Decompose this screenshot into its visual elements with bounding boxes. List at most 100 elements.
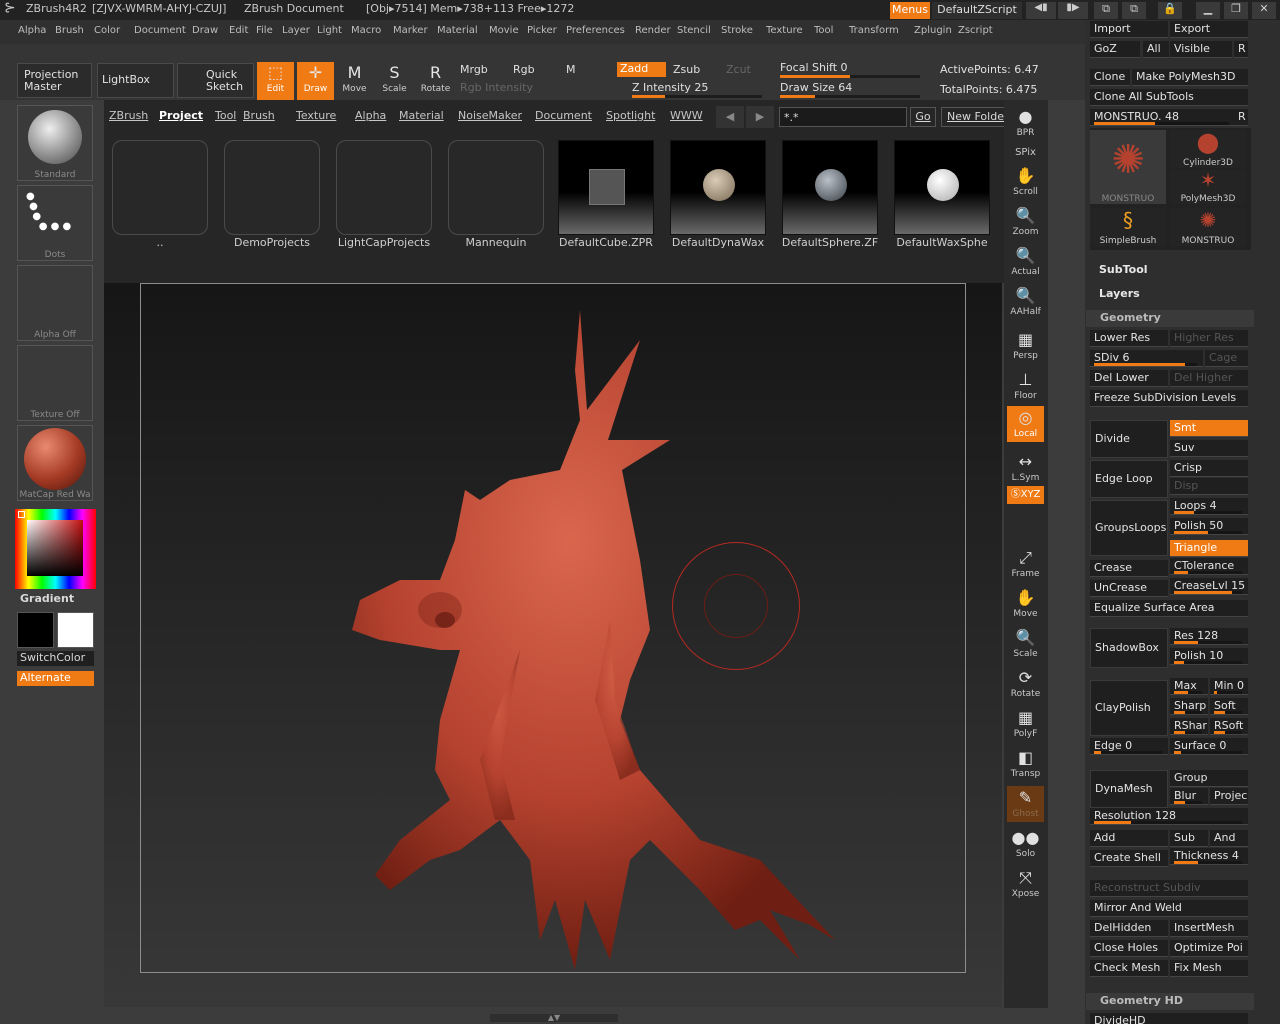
zoom-button[interactable]: 🔍 Zoom [1007,204,1044,240]
bpr-button[interactable]: ● BPR [1007,105,1044,141]
optimize-button[interactable]: Optimize Poi [1170,940,1248,957]
import-button[interactable]: Import [1090,21,1168,38]
lightbox-tab-project[interactable]: Project [159,109,203,122]
zadd-button[interactable]: Zadd [617,62,666,77]
blur-button[interactable]: Blur [1170,788,1208,805]
max-button[interactable]: Max [1170,678,1208,695]
brush-thumbnail[interactable]: Standard [17,105,93,181]
make-polymesh-button[interactable]: Make PolyMesh3D [1132,69,1248,86]
quick-sketch-button[interactable]: Quick Sketch [177,63,254,98]
geometry-header[interactable]: Geometry [1086,310,1254,327]
menu-layer[interactable]: Layer [282,25,310,36]
freeze-button[interactable]: Freeze SubDivision Levels [1090,390,1248,407]
fix-mesh-button[interactable]: Fix Mesh [1170,960,1248,977]
menu-light[interactable]: Light [317,25,342,36]
polyf-button[interactable]: ▦ PolyF [1007,706,1044,742]
focal-shift-slider[interactable]: Focal Shift 0 [780,61,848,74]
loops-button[interactable]: Loops 4 [1170,498,1248,515]
r-button[interactable]: R [1234,109,1248,126]
goz-button[interactable]: GoZ [1090,41,1140,58]
close-holes-button[interactable]: Close Holes [1090,940,1168,957]
menu-stencil[interactable]: Stencil [677,25,711,36]
ghost-button[interactable]: ✎ Ghost [1007,786,1044,822]
subtool-header[interactable]: SubTool [1099,263,1148,276]
lightbox-folder[interactable] [224,140,320,235]
thickness-button[interactable]: Thickness 4 [1170,848,1248,865]
higher-res-button[interactable]: Higher Res [1170,330,1248,347]
menu-alpha[interactable]: Alpha [18,25,46,36]
rgb-intensity-slider[interactable]: Rgb Intensity [460,81,533,94]
lightbox-tab-alpha[interactable]: Alpha [355,109,386,122]
lightbox-project[interactable] [558,140,654,235]
menu-tool[interactable]: Tool [814,25,833,36]
menu-brush[interactable]: Brush [55,25,84,36]
cage-button[interactable]: Cage [1205,350,1248,367]
frame-button[interactable]: ⤢ Frame [1007,546,1044,582]
rotate-button[interactable]: R Rotate [417,62,454,100]
menu-movie[interactable]: Movie [489,25,519,36]
menu-color[interactable]: Color [94,25,120,36]
edge-button[interactable]: Edge 0 [1090,738,1168,755]
new-folder-button[interactable]: New Folde [941,107,1005,127]
close-icon[interactable]: ✕ [1252,2,1276,19]
menu-render[interactable]: Render [635,25,671,36]
zcut-button[interactable]: Zcut [726,63,751,76]
tool-thumbnail[interactable]: ✶ PolyMesh3D [1170,170,1246,204]
export-button[interactable]: Export [1170,21,1248,38]
sb-polish-button[interactable]: Polish 10 [1170,648,1248,665]
lock-icon[interactable]: 🔒 [1158,2,1182,19]
floor-button[interactable]: ⊥ Floor [1007,368,1044,404]
default-zscript-button[interactable]: DefaultZScript [932,2,1022,19]
disp-button[interactable]: Disp [1170,478,1248,495]
move-button[interactable]: M Move [336,62,373,100]
create-shell-button[interactable]: Create Shell [1090,850,1168,867]
menus-button[interactable]: Menus [890,2,930,19]
sharp-button[interactable]: Sharp [1170,698,1208,715]
menu-marker[interactable]: Marker [393,25,428,36]
menu-macro[interactable]: Macro [351,25,381,36]
maximize-icon[interactable]: ❐ [1224,2,1248,19]
polish-button[interactable]: Polish 50 [1170,518,1248,535]
tool-thumbnail[interactable]: ✺ MONSTRUO [1170,208,1246,246]
lsym-button[interactable]: ↔ L.Sym [1007,450,1044,486]
switch-color-button[interactable]: SwitchColor [17,651,94,666]
menu-preferences[interactable]: Preferences [566,25,625,36]
del-higher-button[interactable]: Del Higher [1170,370,1248,387]
transp-button[interactable]: ◧ Transp [1007,746,1044,782]
main-color-swatch[interactable] [57,612,94,648]
min-button[interactable]: Min 0 [1210,678,1248,695]
menu-stroke[interactable]: Stroke [721,25,753,36]
lightbox-prev-icon[interactable]: ◀ [716,106,744,128]
lightbox-tab-zbrush[interactable]: ZBrush [109,109,148,122]
check-mesh-button[interactable]: Check Mesh [1090,960,1168,977]
aahalf-button[interactable]: 🔍 AAHalf [1007,284,1044,320]
lightbox-tab-www[interactable]: WWW [670,109,703,122]
zbrush-logo-icon[interactable]: ⊱ [4,0,16,16]
sub-button[interactable]: Sub [1170,830,1208,847]
menu-zscript[interactable]: Zscript [958,25,993,36]
lightbox-search-input[interactable] [779,107,907,127]
layout-icon[interactable]: ⧉ [1094,2,1118,19]
smt-button[interactable]: Smt [1170,420,1248,437]
clone-all-button[interactable]: Clone All SubTools [1090,89,1248,106]
menu-picker[interactable]: Picker [527,25,557,36]
scroll-left-icon[interactable]: ◀▮ [1026,2,1056,19]
lightbox-project[interactable] [670,140,766,235]
add-button[interactable]: Add [1090,830,1168,847]
clone-button[interactable]: Clone [1090,69,1130,86]
reconstruct-button[interactable]: Reconstruct Subdiv [1090,880,1248,897]
projection-master-button[interactable]: Projection Master [17,63,92,98]
persp-button[interactable]: ▦ Persp [1007,328,1044,364]
lightbox-tab-material[interactable]: Material [399,109,444,122]
creaselvl-button[interactable]: CreaseLvl 15 [1170,578,1248,595]
stroke-thumbnail[interactable]: ● ● ● ● ● ● Dots [17,185,93,261]
alpha-thumbnail[interactable]: Alpha Off [17,265,93,341]
project-button[interactable]: Projec [1210,788,1248,805]
local-button[interactable]: ◎ Local [1007,406,1044,442]
claypolish-button[interactable]: ClayPolish [1090,680,1168,736]
lightbox-folder[interactable] [448,140,544,235]
lightbox-tab-brush[interactable]: Brush [243,109,275,122]
geometry-hd-header[interactable]: Geometry HD [1086,993,1254,1010]
actual-button[interactable]: 🔍 Actual [1007,244,1044,280]
lightbox-tab-noisemaker[interactable]: NoiseMaker [458,109,522,122]
